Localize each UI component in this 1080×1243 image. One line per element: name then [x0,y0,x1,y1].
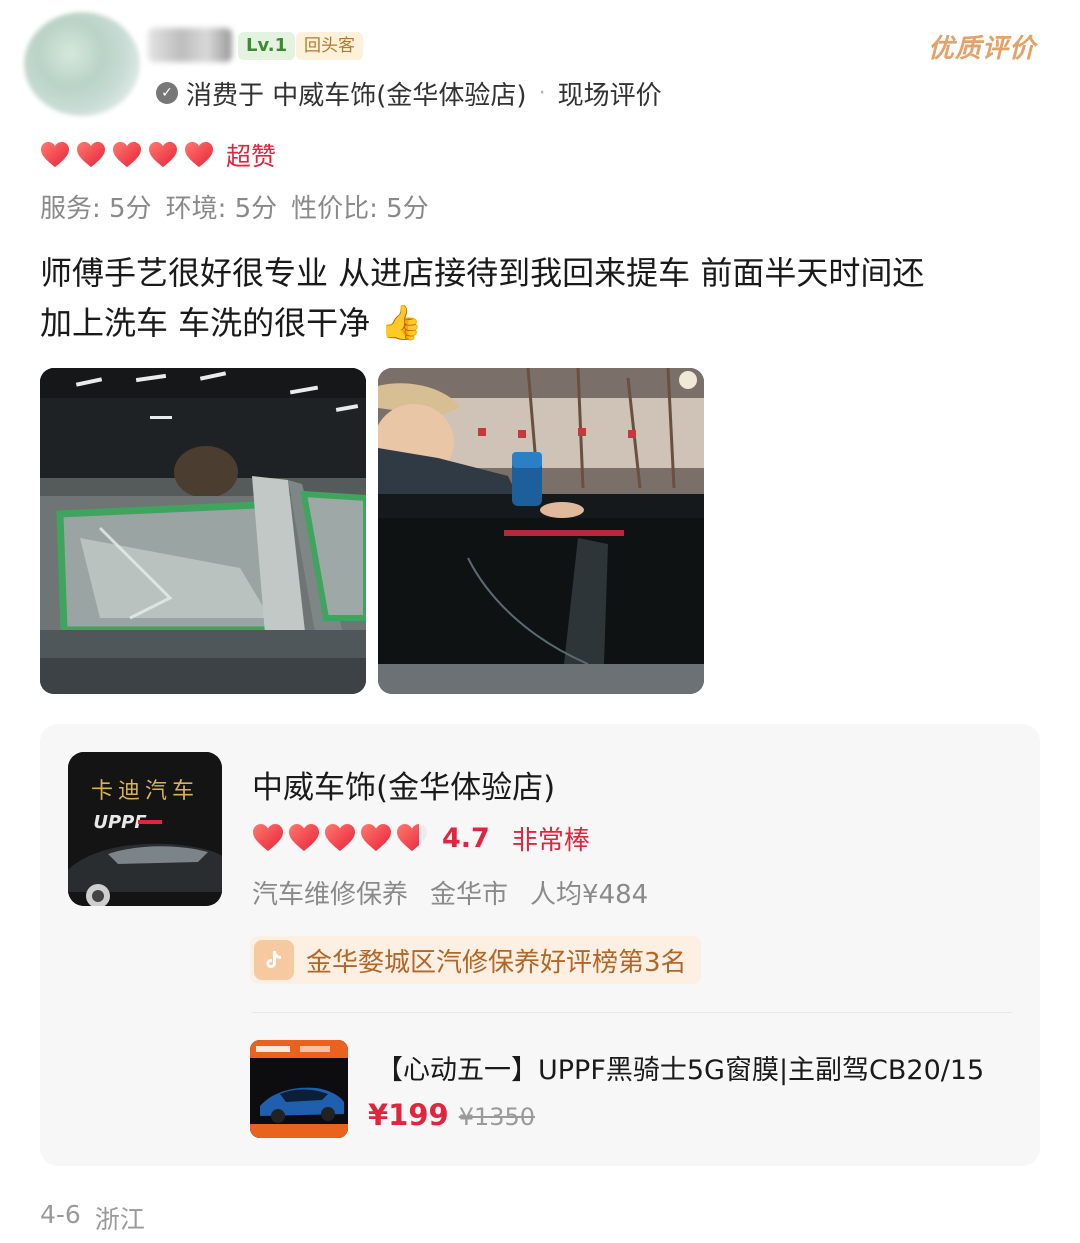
shop-thumbnail-image: 卡迪汽车 UPPF [68,752,222,906]
heart-icon [77,141,105,168]
verified-check-icon: ✓ [156,82,178,104]
deal-thumbnail-image [250,1040,348,1138]
level-badge: Lv.1 [238,32,296,60]
review-footer: 4-6 浙江 [40,1200,145,1236]
review-line: 师傅手艺很好很专业 从进店接待到我回来提车 前面半天时间还 [40,254,925,292]
shop-thumb-sign: 卡迪汽车 [91,779,199,804]
shop-category: 汽车维修保养 [252,880,409,910]
partial-heart-icon [397,824,427,851]
photo-technician-heat-gun [378,368,704,694]
heart-icon [289,824,319,851]
consumed-at-row[interactable]: ✓ 消费于 中威车饰(金华体验店) · 现场评价 [156,76,662,111]
shop-name[interactable]: 中威车饰(金华体验店) [252,762,555,807]
review-date: 4-6 [40,1200,81,1229]
consumed-at-text: 消费于 中威车饰(金华体验店) [186,80,527,111]
shop-score-word: 非常棒 [511,825,590,856]
heart-icon [253,824,283,851]
shop-rank-badge[interactable]: 金华婺城区汽修保养好评榜第3名 [250,936,701,984]
heart-icon [325,824,355,851]
review-line: 加上洗车 车洗的很干净 [40,304,371,342]
review-body[interactable]: 师傅手艺很好很专业 从进店接待到我回来提车 前面半天时间还 加上洗车 车洗的很干… [40,248,1050,348]
review-location: 浙江 [94,1205,145,1234]
shop-thumbnail[interactable]: 卡迪汽车 UPPF [68,752,222,906]
shop-rating: 4.7 非常棒 [252,820,590,856]
sub-scores: 服务: 5分 环境: 5分 性价比: 5分 [40,188,429,225]
shop-city: 金华市 [430,880,509,910]
user-rating: 超赞 [40,138,276,172]
username-blurred[interactable] [148,28,232,62]
heart-icon [113,141,141,168]
shop-meta: 汽车维修保养 金华市 人均¥484 [252,874,648,911]
review-line-2: 加上洗车 车洗的很干净 👍 [40,298,1050,348]
deal-original-price: ¥1350 [458,1103,536,1131]
shop-rank-text: 金华婺城区汽修保养好评榜第3名 [306,947,687,978]
card-divider [252,1012,1012,1013]
heart-icon [149,141,177,168]
returning-customer-badge: 回头客 [296,32,363,60]
shop-card[interactable]: 卡迪汽车 UPPF 中威车饰(金华体验店) 4.7 非常棒 汽车维修保养 金华市… [40,724,1040,1166]
environment-score: 环境: 5分 [165,194,278,224]
review-type: 现场评价 [557,80,662,111]
quality-review-tag: 优质评价 [927,34,1036,64]
value-score: 性价比: 5分 [291,194,429,224]
douyin-ranking-icon [254,940,294,980]
service-score: 服务: 5分 [40,194,152,224]
user-avatar[interactable] [24,12,140,116]
shop-score: 4.7 [442,822,490,854]
shop-avg-price: 人均¥484 [530,880,649,910]
review-photo[interactable] [378,368,704,694]
thumbs-up-icon: 👍 [380,303,423,343]
heart-icon [185,141,213,168]
deal-price-row: ¥199 ¥1350 [368,1098,535,1132]
deal-thumbnail[interactable] [250,1040,348,1138]
heart-icon [361,824,391,851]
heart-icon [41,141,69,168]
separator-dot: · [538,80,546,106]
deal-price: ¥199 [368,1098,449,1132]
photo-car-window-film [40,368,366,694]
deal-title[interactable]: 【心动五一】UPPF黑骑士5G窗膜|主副驾CB20/15 [376,1048,984,1087]
review-photo[interactable] [40,368,366,694]
rating-label: 超赞 [226,142,277,171]
